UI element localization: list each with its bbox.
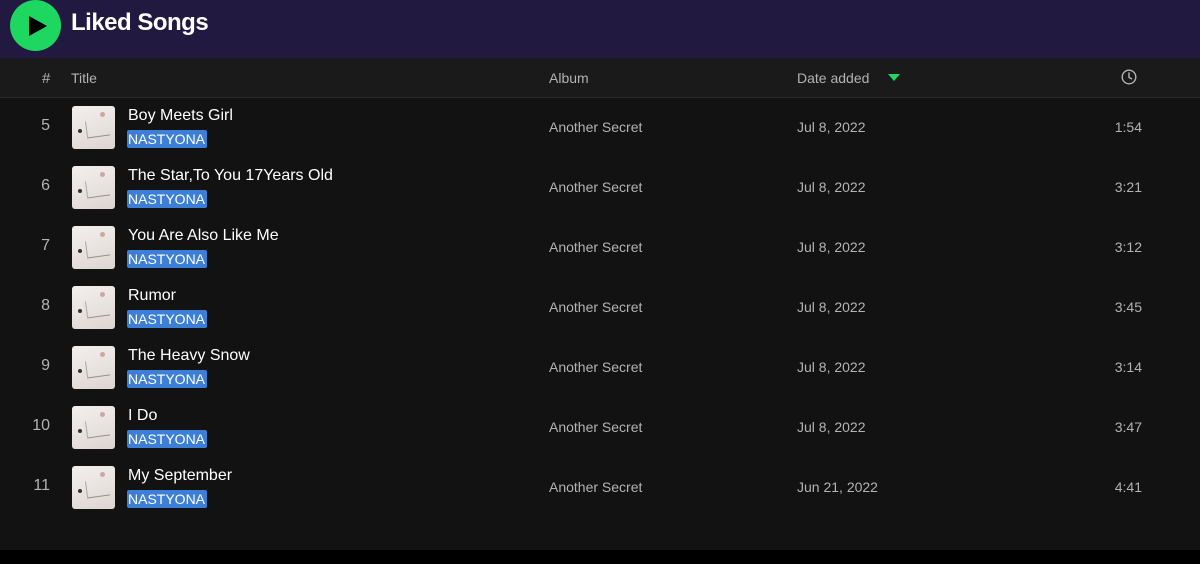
- tracklist-header: # Title Album Date added: [0, 58, 1200, 98]
- column-header-date-added[interactable]: Date added: [797, 70, 869, 86]
- track-duration: 3:12: [1114, 239, 1142, 255]
- album-link[interactable]: Another Secret: [549, 299, 642, 315]
- column-header-title[interactable]: Title: [71, 70, 97, 86]
- album-link[interactable]: Another Secret: [549, 359, 642, 375]
- track-number: 9: [41, 357, 50, 374]
- track-duration: 4:41: [1114, 479, 1142, 495]
- column-header-number[interactable]: #: [42, 70, 50, 87]
- date-added: Jul 8, 2022: [797, 119, 866, 135]
- clock-icon[interactable]: [1121, 69, 1137, 85]
- track-duration: 3:21: [1114, 179, 1142, 195]
- album-cover[interactable]: [72, 166, 115, 209]
- track-title[interactable]: The Heavy Snow: [128, 347, 250, 365]
- album-cover[interactable]: [72, 406, 115, 449]
- album-cover[interactable]: [72, 226, 115, 269]
- track-number: 8: [41, 297, 50, 314]
- artist-link[interactable]: NASTYONA: [127, 370, 208, 388]
- track-title[interactable]: Rumor: [128, 287, 176, 305]
- play-icon: [28, 15, 47, 36]
- album-cover[interactable]: [72, 346, 115, 389]
- artist-link[interactable]: NASTYONA: [127, 490, 208, 508]
- track-number: 10: [32, 417, 50, 434]
- track-title[interactable]: The Star,To You 17Years Old: [128, 167, 333, 185]
- column-header-album[interactable]: Album: [549, 70, 589, 86]
- album-link[interactable]: Another Secret: [549, 479, 642, 495]
- date-added: Jul 8, 2022: [797, 419, 866, 435]
- artist-link[interactable]: NASTYONA: [127, 430, 208, 448]
- artist-link[interactable]: NASTYONA: [127, 190, 208, 208]
- album-link[interactable]: Another Secret: [549, 239, 642, 255]
- track-row[interactable]: 9 The Heavy Snow NASTYONA Another Secret…: [0, 338, 1200, 398]
- track-duration: 3:45: [1114, 299, 1142, 315]
- track-row[interactable]: 6 The Star,To You 17Years Old NASTYONA A…: [0, 158, 1200, 218]
- date-added: Jun 21, 2022: [797, 479, 878, 495]
- album-cover[interactable]: [72, 106, 115, 149]
- track-title[interactable]: You Are Also Like Me: [128, 227, 279, 245]
- track-title[interactable]: Boy Meets Girl: [128, 107, 233, 125]
- date-added: Jul 8, 2022: [797, 239, 866, 255]
- track-title[interactable]: My September: [128, 467, 232, 485]
- tracklist: 5 Boy Meets Girl NASTYONA Another Secret…: [0, 98, 1200, 518]
- track-row[interactable]: 11 My September NASTYONA Another Secret …: [0, 458, 1200, 518]
- page-title: Liked Songs: [71, 9, 209, 36]
- artist-link[interactable]: NASTYONA: [127, 250, 208, 268]
- artist-link[interactable]: NASTYONA: [127, 310, 208, 328]
- track-number: 7: [41, 237, 50, 254]
- album-cover[interactable]: [72, 466, 115, 509]
- track-row[interactable]: 10 I Do NASTYONA Another Secret Jul 8, 2…: [0, 398, 1200, 458]
- sticky-header: Liked Songs: [0, 0, 1200, 58]
- bottom-divider: [0, 550, 1200, 564]
- track-duration: 3:14: [1114, 359, 1142, 375]
- album-cover[interactable]: [72, 286, 115, 329]
- track-number: 6: [41, 177, 50, 194]
- caret-down-icon[interactable]: [888, 74, 900, 81]
- date-added: Jul 8, 2022: [797, 179, 866, 195]
- track-title[interactable]: I Do: [128, 407, 157, 425]
- artist-link[interactable]: NASTYONA: [127, 130, 208, 148]
- track-number: 11: [33, 477, 50, 494]
- track-row[interactable]: 8 Rumor NASTYONA Another Secret Jul 8, 2…: [0, 278, 1200, 338]
- track-number: 5: [41, 117, 50, 134]
- album-link[interactable]: Another Secret: [549, 119, 642, 135]
- date-added: Jul 8, 2022: [797, 359, 866, 375]
- album-link[interactable]: Another Secret: [549, 179, 642, 195]
- date-added: Jul 8, 2022: [797, 299, 866, 315]
- liked-songs-page: Liked Songs # Title Album Date added 5 B…: [0, 0, 1200, 564]
- track-duration: 1:54: [1114, 119, 1142, 135]
- album-link[interactable]: Another Secret: [549, 419, 642, 435]
- track-row[interactable]: 5 Boy Meets Girl NASTYONA Another Secret…: [0, 98, 1200, 158]
- track-duration: 3:47: [1114, 419, 1142, 435]
- play-button[interactable]: [10, 0, 61, 51]
- track-row[interactable]: 7 You Are Also Like Me NASTYONA Another …: [0, 218, 1200, 278]
